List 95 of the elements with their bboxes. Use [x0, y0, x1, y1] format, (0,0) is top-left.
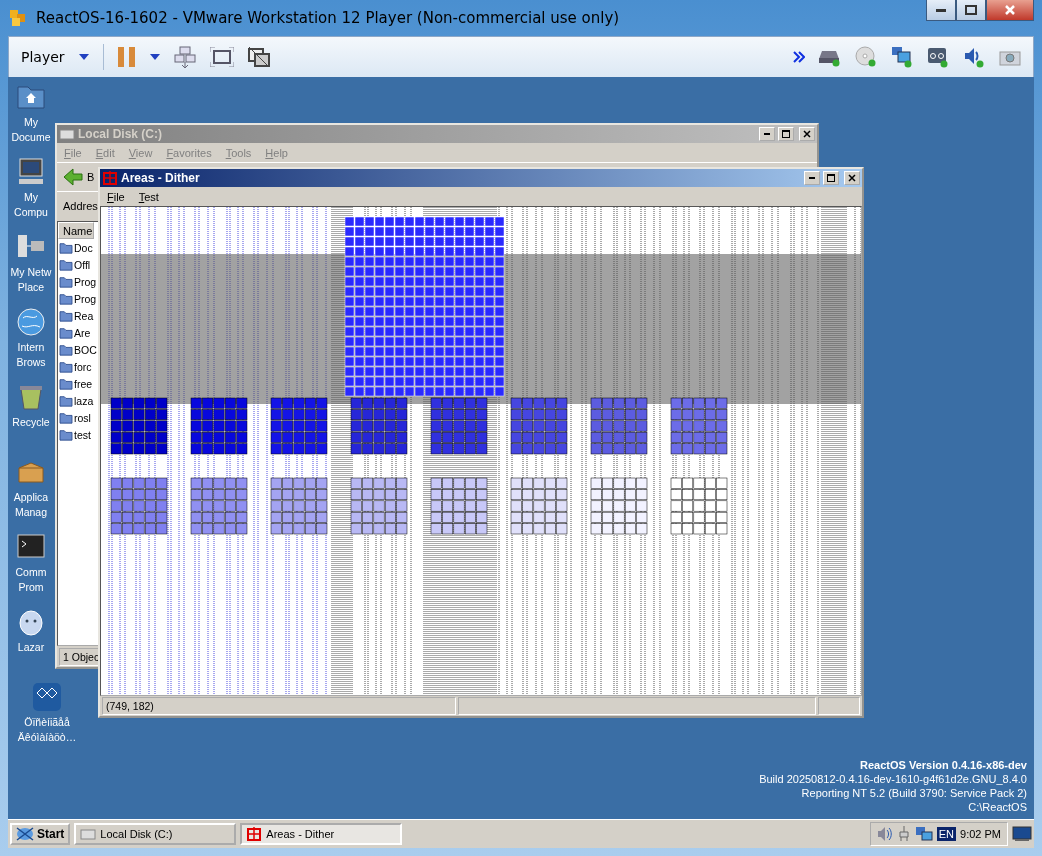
file-name[interactable]: Rea — [74, 309, 94, 322]
maximize-icon — [827, 174, 835, 182]
speaker-icon[interactable] — [876, 826, 893, 842]
desktop-icon-label[interactable]: Place — [17, 281, 45, 293]
window-title: Local Disk (C:) — [78, 127, 163, 141]
back-label[interactable]: B — [87, 171, 95, 183]
fullscreen-icon[interactable] — [209, 47, 234, 67]
app-icon — [246, 826, 263, 842]
caret-icon[interactable] — [78, 54, 89, 60]
desktop-icon-label[interactable]: My Netw — [10, 266, 52, 278]
desktop-icon-label[interactable]: Prom — [18, 581, 44, 593]
desktop-icon-label[interactable]: Manag — [14, 506, 48, 518]
desktop-icon-label[interactable]: Äêóìàíàöò… — [17, 731, 77, 743]
maximize-icon — [965, 5, 977, 15]
app-icon — [31, 681, 63, 713]
desktop-icon-label[interactable]: Docume — [11, 131, 51, 143]
taskbar-button[interactable]: Local Disk (C:) — [74, 823, 237, 845]
player-menu-button[interactable]: Player — [21, 49, 65, 65]
close-icon — [803, 130, 811, 138]
desktop-icon-label[interactable]: Applica — [13, 491, 49, 503]
caret-icon[interactable] — [149, 54, 160, 60]
address-label: Addres — [63, 200, 98, 212]
folder-icon — [59, 428, 73, 441]
network-icon[interactable] — [891, 46, 913, 68]
speaker-icon[interactable] — [963, 46, 985, 68]
file-name[interactable]: BOC — [74, 343, 97, 356]
app-logo-icon — [8, 8, 28, 28]
status-text: (749, 182) — [102, 697, 456, 715]
folder-icon — [59, 343, 73, 356]
file-name[interactable]: Are — [74, 326, 91, 339]
window-title: ReactOS-16-1602 - VMware Workstation 12 Player (Non-commercial use only) — [36, 9, 621, 27]
folder-icon — [59, 292, 73, 305]
file-name[interactable]: Prog — [74, 275, 97, 288]
camera-icon[interactable] — [999, 48, 1021, 66]
desktop-icon-label[interactable]: Comm — [15, 566, 47, 578]
close-icon — [848, 174, 856, 182]
desktop-icon-label[interactable]: My — [24, 191, 38, 203]
column-header[interactable]: Name — [58, 222, 94, 239]
app-icon — [102, 170, 118, 186]
file-name[interactable]: rosl — [74, 411, 91, 424]
folder-icon — [59, 394, 73, 407]
file-name[interactable]: free — [74, 377, 93, 390]
monitor-icon[interactable] — [1012, 826, 1032, 842]
menu-item[interactable]: File — [102, 190, 130, 203]
folder-icon — [59, 411, 73, 424]
file-name[interactable]: Doc — [74, 241, 93, 254]
unity-icon[interactable] — [247, 46, 270, 68]
desktop-icon-label[interactable]: Recycle — [12, 416, 50, 428]
globe-icon — [15, 306, 47, 338]
window-title: Areas - Dither — [121, 171, 201, 185]
folder-icon — [59, 241, 73, 254]
file-name[interactable]: laza — [74, 394, 94, 407]
version-text: C:\ReactOS — [968, 800, 1027, 814]
minimize-icon — [936, 8, 946, 12]
taskbar-button[interactable]: Areas - Dither — [240, 823, 403, 845]
desktop-icon-label[interactable]: Compu — [14, 206, 48, 218]
start-logo-icon — [16, 826, 34, 842]
folder-icon — [59, 326, 73, 339]
folder-icon — [59, 309, 73, 322]
cd-icon[interactable] — [855, 46, 877, 68]
desktop-icon-label[interactable]: Öïñèíiãåå — [24, 716, 70, 728]
start-button[interactable]: Start — [10, 823, 71, 845]
folder-icon — [59, 360, 73, 373]
drive-icon — [80, 827, 97, 841]
send-keys-icon[interactable] — [173, 46, 196, 68]
double-chevron-icon[interactable] — [793, 51, 805, 63]
version-text: Build 20250812-0.4.16-dev-1610-g4f61d2e.GNU_8.4.0 — [759, 772, 1027, 786]
version-text: ReactOS Version 0.4.16-x86-dev — [860, 758, 1027, 772]
folder-icon — [59, 377, 73, 390]
desktop-icon-label[interactable]: My — [24, 116, 38, 128]
file-name[interactable]: Prog — [74, 292, 97, 305]
back-arrow-icon[interactable] — [63, 168, 83, 186]
desktop-icon-label[interactable]: Brows — [16, 356, 46, 368]
version-text: Reporting NT 5.2 (Build 3790: Service Pack 2) — [801, 786, 1027, 800]
close-button[interactable] — [986, 0, 1034, 21]
minimize-button[interactable] — [926, 0, 956, 21]
folder-icon — [59, 258, 73, 271]
file-name[interactable]: test — [74, 428, 91, 441]
maximize-button[interactable] — [956, 0, 986, 21]
file-name[interactable]: forc — [74, 360, 92, 373]
menu-item[interactable]: Test — [133, 190, 164, 203]
plug-icon[interactable] — [896, 826, 911, 842]
language-indicator[interactable]: EN — [936, 827, 957, 841]
clock[interactable]: 9:02 PM — [960, 828, 1001, 840]
network-icon[interactable] — [914, 826, 933, 842]
minimize-icon — [809, 177, 815, 179]
minimize-icon — [764, 133, 770, 135]
file-name[interactable]: Offl — [74, 258, 91, 271]
maximize-icon — [782, 130, 790, 138]
sound-card-icon[interactable] — [927, 46, 949, 68]
desktop-icon-label[interactable]: Intern — [17, 341, 45, 353]
folder-icon — [59, 275, 73, 288]
drive-icon — [59, 127, 75, 141]
desktop-icon-label[interactable]: Lazar — [17, 641, 45, 653]
close-icon — [1004, 4, 1016, 16]
